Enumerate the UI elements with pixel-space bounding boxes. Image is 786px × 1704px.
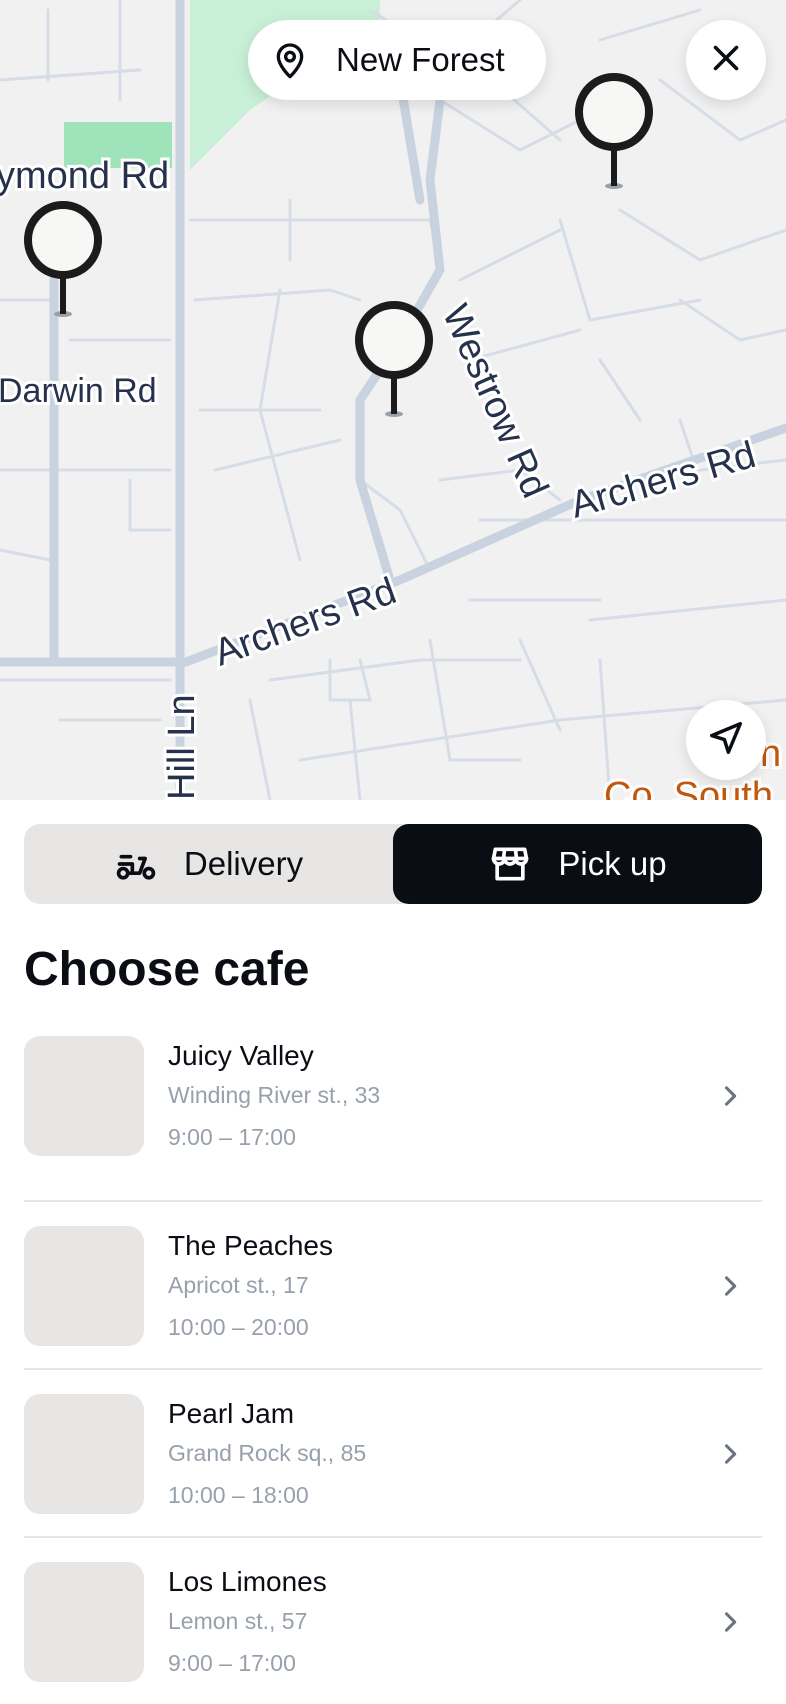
map-view[interactable]: ymond Rd Darwin Rd Westrow Rd Archers Rd…	[0, 0, 786, 800]
close-button[interactable]	[686, 20, 766, 100]
cafe-thumbnail	[24, 1562, 144, 1682]
chevron-right-icon	[710, 1266, 750, 1306]
tab-pickup[interactable]: Pick up	[393, 824, 762, 904]
cafe-name: Los Limones	[168, 1566, 327, 1597]
street-label-archers-east: Archers Rd	[566, 434, 760, 527]
location-label: New Forest	[336, 41, 505, 78]
navigation-arrow-icon	[707, 719, 745, 762]
cafe-address: Winding River st., 33	[168, 1082, 381, 1108]
list-item[interactable]: Los Limones Lemon st., 57 9:00 – 17:00	[24, 1538, 762, 1704]
map-marker-icon[interactable]	[354, 300, 434, 430]
poi-label-2: Co. South	[604, 775, 773, 800]
chevron-right-icon	[710, 1434, 750, 1474]
cafe-list: Juicy Valley Winding River st., 33 9:00 …	[24, 1034, 762, 1704]
map-marker-icon[interactable]	[574, 72, 654, 202]
cafe-hours: 10:00 – 18:00	[168, 1482, 309, 1508]
cafe-hours: 9:00 – 17:00	[168, 1650, 296, 1676]
map-marker-icon[interactable]	[23, 200, 103, 330]
cafe-thumbnail	[24, 1394, 144, 1514]
tab-pickup-label: Pick up	[558, 845, 667, 882]
list-item[interactable]: The Peaches Apricot st., 17 10:00 – 20:0…	[24, 1202, 762, 1370]
chevron-right-icon	[710, 1076, 750, 1116]
cafe-hours: 9:00 – 17:00	[168, 1124, 296, 1150]
chevron-right-icon	[710, 1602, 750, 1642]
cafe-hours: 10:00 – 20:00	[168, 1314, 309, 1340]
street-label-raymond: ymond Rd	[0, 155, 169, 197]
tab-delivery-label: Delivery	[183, 845, 304, 882]
delivery-mode-toggle: Delivery Pick up	[24, 824, 762, 904]
scooter-icon	[114, 842, 158, 886]
cafe-name: Pearl Jam	[168, 1398, 295, 1429]
map-pin-icon	[270, 40, 310, 80]
cafe-thumbnail	[24, 1036, 144, 1156]
street-label-archers-west: Archers Rd	[209, 570, 402, 674]
store-icon	[488, 842, 532, 886]
location-selector-button[interactable]: New Forest	[248, 20, 546, 100]
my-location-button[interactable]	[686, 700, 766, 780]
cafe-address: Grand Rock sq., 85	[168, 1440, 367, 1466]
cafe-address: Lemon st., 57	[168, 1608, 308, 1634]
list-item[interactable]: Juicy Valley Winding River st., 33 9:00 …	[24, 1034, 762, 1202]
cafe-name: Juicy Valley	[168, 1040, 314, 1071]
bottom-sheet: Delivery Pick up Choose cafe Juicy Valle…	[0, 800, 786, 1704]
list-item[interactable]: Pearl Jam Grand Rock sq., 85 10:00 – 18:…	[24, 1370, 762, 1538]
section-title: Choose cafe	[24, 943, 310, 996]
cafe-name: The Peaches	[168, 1230, 333, 1261]
street-label-darwin: Darwin Rd	[0, 372, 157, 410]
tab-delivery[interactable]: Delivery	[24, 824, 393, 904]
close-icon	[708, 40, 744, 81]
cafe-thumbnail	[24, 1226, 144, 1346]
cafe-address: Apricot st., 17	[168, 1272, 309, 1298]
street-label-hill: Hill Ln	[161, 694, 203, 800]
